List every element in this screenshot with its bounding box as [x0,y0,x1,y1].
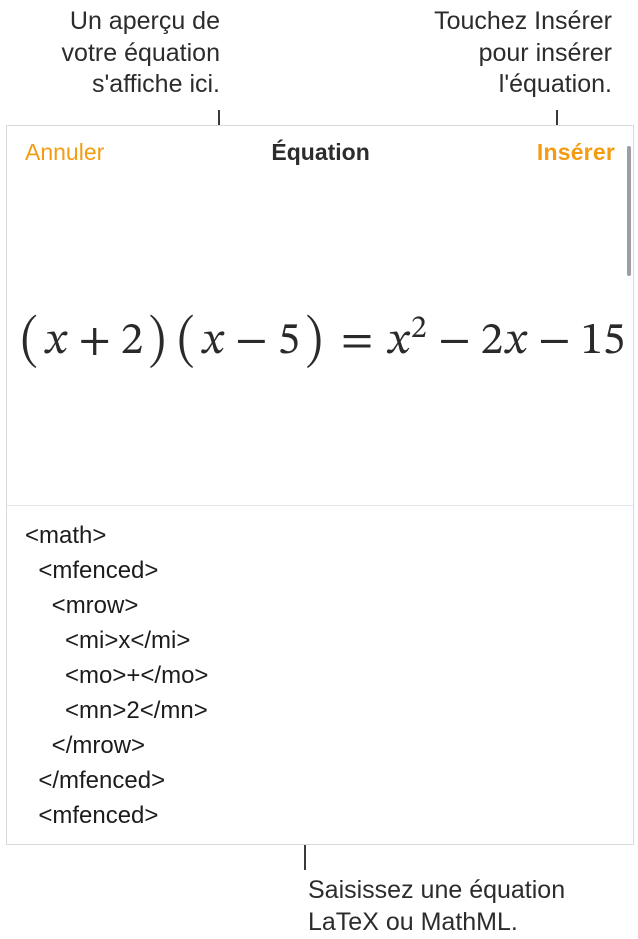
scrollbar-thumb[interactable] [627,146,631,276]
callout-insert: Touchez Insérer pour insérer l'équation. [362,6,612,101]
callout-preview: Un aperçu de votre équation s'affiche ic… [0,6,220,101]
dialog-title: Équation [271,139,369,166]
mathml-input[interactable]: <math> <mfenced> <mrow> <mi>x</mi> <mo>+… [7,506,633,844]
equation-dialog: Annuler Équation Insérer ( x + 2 ) ( x −… [6,125,634,845]
insert-button[interactable]: Insérer [537,139,615,166]
dialog-titlebar: Annuler Équation Insérer [7,126,633,178]
cancel-button[interactable]: Annuler [25,139,104,166]
rendered-equation: ( x + 2 ) ( x − 5 ) = x 2 − 2 [15,315,625,369]
equation-preview: ( x + 2 ) ( x − 5 ) = x 2 − 2 [7,178,633,506]
callout-input: Saisissez une équation LaTeX ou MathML. [308,875,638,938]
